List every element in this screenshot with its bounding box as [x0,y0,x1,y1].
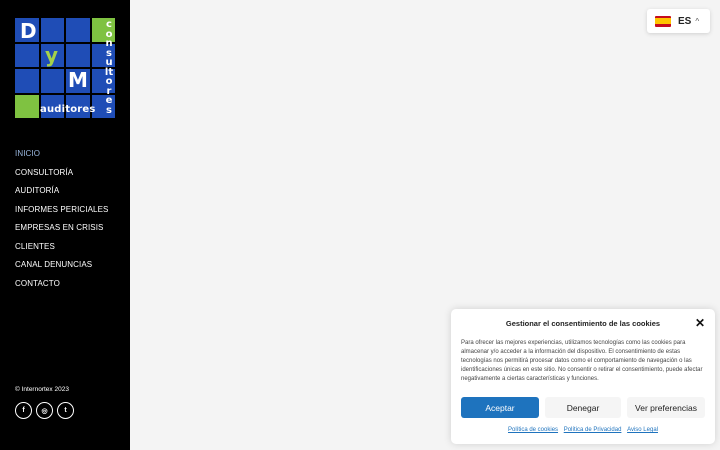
facebook-icon[interactable]: f [15,402,32,419]
twitter-icon[interactable]: t [57,402,74,419]
spain-flag-icon [655,15,671,27]
cookie-banner-title: Gestionar el consentimiento de las cooki… [505,319,661,328]
cookie-consent-banner: Gestionar el consentimiento de las cooki… [451,309,715,444]
nav-item-auditoria[interactable]: AUDITORÍA [15,186,108,205]
accept-button[interactable]: Aceptar [461,397,539,418]
cookie-policy-link[interactable]: Política de cookies [508,427,558,433]
close-icon[interactable]: ✕ [695,316,705,330]
language-switcher[interactable]: ES ^ [647,9,710,33]
logo-vertical-word: consultores [104,19,114,116]
nav-item-consultoria[interactable]: CONSULTORÍA [15,168,108,187]
social-links: f ◎ t [15,402,74,419]
nav-item-contacto[interactable]: CONTACTO [15,279,108,298]
logo-letter-y: y [45,43,59,67]
sidebar: D y M consultores auditores INICIO CONSU… [0,0,130,450]
nav-item-empresas-en-crisis[interactable]: EMPRESAS EN CRISIS [15,223,108,242]
cookie-banner-links: Política de cookies Política de Privacid… [451,427,715,433]
instagram-icon[interactable]: ◎ [36,402,53,419]
nav-item-clientes[interactable]: CLIENTES [15,242,108,261]
nav-item-canal-denuncias[interactable]: CANAL DENUNCIAS [15,260,108,279]
nav-item-inicio[interactable]: INICIO [15,149,108,168]
view-preferences-button[interactable]: Ver preferencias [627,397,705,418]
legal-notice-link[interactable]: Aviso Legal [627,427,658,433]
deny-button[interactable]: Denegar [545,397,621,418]
main-nav: INICIO CONSULTORÍA AUDITORÍA INFORMES PE… [15,149,108,297]
cookie-banner-text: Para ofrecer las mejores experiencias, u… [461,340,703,382]
copyright-text: © Internortex 2023 [15,386,69,393]
company-logo[interactable]: D y M consultores auditores [15,18,115,118]
logo-letter-m: M [68,68,88,92]
chevron-up-icon: ^ [695,16,700,26]
nav-item-informes-periciales[interactable]: INFORMES PERICIALES [15,205,108,224]
logo-letter-d: D [20,19,37,43]
logo-bottom-word: auditores [40,104,96,115]
language-code: ES [678,15,692,27]
privacy-policy-link[interactable]: Política de Privacidad [564,427,622,433]
